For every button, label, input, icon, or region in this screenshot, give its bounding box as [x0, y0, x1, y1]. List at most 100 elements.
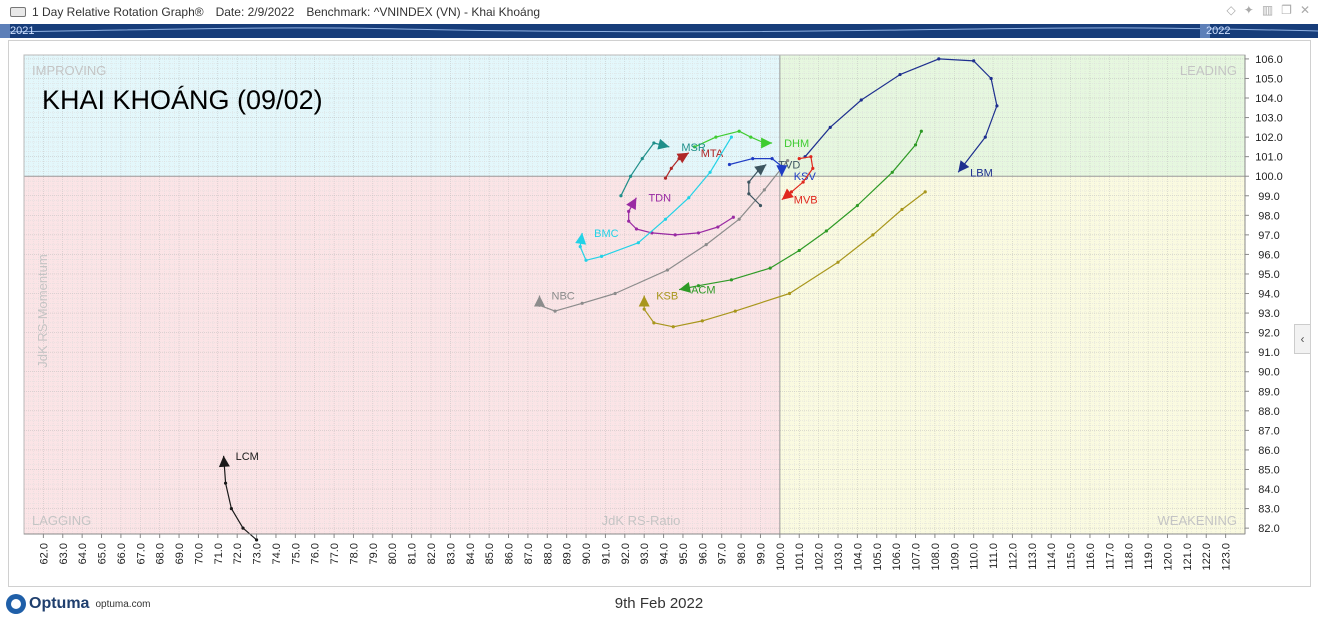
x-tick-label: 74.0 [271, 543, 283, 564]
x-tick-label: 106.0 [891, 543, 903, 571]
x-tick-label: 99.0 [756, 543, 768, 564]
label-bmc: BMC [594, 228, 619, 240]
x-tick-label: 87.0 [523, 543, 535, 564]
label-nbc: NBC [552, 290, 575, 302]
x-tick-label: 79.0 [368, 543, 380, 564]
x-tick-label: 100.0 [775, 543, 787, 571]
x-axis-label: JdK RS-Ratio [602, 513, 681, 528]
y-axis: 82.0 83.0 84.0 85.0 86.0 87.0 88.0 89.0 90.0 91.0… [1244, 54, 1283, 535]
point-ksb [733, 309, 737, 313]
point-mvb [811, 166, 815, 170]
y-tick-label: 95.0 [1258, 269, 1279, 281]
point-mvb [809, 155, 813, 159]
point-lcm [254, 538, 259, 542]
timeline-start-handle[interactable] [0, 24, 10, 38]
y-tick-label: 91.0 [1258, 347, 1279, 359]
x-tick-label: 90.0 [581, 543, 593, 564]
point-lcm [223, 481, 228, 485]
point-acm [824, 229, 828, 233]
point-bmc [687, 196, 691, 200]
x-tick-label: 78.0 [349, 543, 361, 564]
x-tick-label: 123.0 [1221, 543, 1233, 571]
x-tick-label: 109.0 [949, 543, 961, 571]
rrg-chart: IMPROVING LEADING LAGGING WEAKENING JdK RS-… [23, 54, 1283, 571]
label-mta: MTA [701, 148, 724, 160]
chart-container: IMPROVING LEADING LAGGING WEAKENING JdK RS-… [8, 40, 1311, 587]
label-ksb: KSB [656, 290, 678, 302]
timeline-slider[interactable]: 2021 2022 [0, 24, 1318, 38]
point-acm [768, 266, 772, 270]
point-tdn [696, 231, 701, 235]
x-tick-label: 66.0 [116, 543, 128, 564]
x-tick-label: 115.0 [1066, 543, 1078, 570]
x-tick-label: 62.0 [38, 543, 50, 564]
x-tick-label: 67.0 [135, 543, 147, 564]
x-tick-label: 112.0 [1007, 543, 1019, 570]
point-mvb [797, 157, 801, 161]
quadrant-label-lagging: LAGGING [32, 513, 91, 528]
x-tick-label: 94.0 [659, 543, 671, 564]
x-tick-label: 84.0 [465, 543, 477, 564]
point-bmc [729, 135, 734, 139]
point-lbm [898, 72, 902, 77]
point-msr [652, 141, 656, 145]
x-tick-label: 105.0 [872, 543, 884, 571]
point-lcm [229, 506, 233, 511]
pin-icon[interactable]: ✦ [1244, 3, 1254, 17]
point-lbm [937, 57, 941, 61]
point-nbc [553, 309, 557, 313]
restore-icon[interactable]: ❐ [1281, 3, 1292, 17]
x-tick-label: 103.0 [833, 543, 845, 571]
x-tick-label: 73.0 [252, 543, 264, 564]
y-tick-label: 97.0 [1258, 230, 1279, 242]
point-ksb [871, 233, 875, 237]
point-lbm [828, 125, 832, 129]
y-axis-label: JdK RS-Momentum [35, 254, 50, 367]
point-dhm [737, 129, 741, 133]
columns-icon[interactable]: ▥ [1262, 3, 1273, 17]
date-label: Date: 2/9/2022 [215, 5, 295, 19]
close-icon[interactable]: ✕ [1300, 3, 1310, 17]
y-tick-label: 100.0 [1255, 171, 1283, 183]
y-tick-label: 101.0 [1255, 152, 1283, 164]
x-tick-label: 64.0 [77, 543, 89, 564]
point-tdn [716, 225, 720, 229]
point-acm [855, 203, 859, 208]
point-bmc [708, 170, 712, 174]
point-ksb [671, 325, 675, 329]
point-tdn [634, 227, 639, 231]
x-tick-label: 122.0 [1201, 543, 1213, 571]
x-tick-label: 63.0 [58, 543, 70, 564]
y-tick-label: 105.0 [1255, 73, 1283, 85]
point-ksv [727, 162, 732, 167]
timeline-end-year: 2022 [1206, 25, 1231, 37]
side-panel-toggle[interactable]: ‹ [1294, 324, 1310, 354]
x-tick-label: 83.0 [445, 543, 457, 564]
timeline-start-year: 2021 [10, 25, 35, 37]
point-lbm [859, 98, 863, 102]
y-tick-label: 83.0 [1258, 504, 1279, 516]
label-lbm: LBM [970, 167, 993, 179]
x-tick-label: 76.0 [310, 543, 322, 564]
point-mvb [801, 180, 805, 184]
y-tick-label: 88.0 [1258, 406, 1279, 418]
x-tick-label: 86.0 [504, 543, 516, 564]
x-tick-label: 82.0 [426, 543, 438, 564]
x-tick-label: 118.0 [1124, 543, 1136, 570]
x-tick-label: 70.0 [193, 543, 205, 564]
x-tick-label: 116.0 [1085, 543, 1097, 570]
window-controls: ◇ ✦ ▥ ❐ ✕ [1227, 3, 1310, 17]
x-tick-label: 93.0 [639, 543, 651, 564]
x-tick-label: 102.0 [814, 543, 826, 571]
x-tick-label: 113.0 [1027, 543, 1039, 570]
point-ksb [700, 319, 704, 323]
point-nbc [580, 301, 584, 305]
point-msr [640, 157, 644, 161]
x-tick-label: 119.0 [1143, 543, 1155, 570]
point-ksv [751, 157, 755, 161]
y-tick-label: 96.0 [1258, 249, 1279, 261]
diamond-icon[interactable]: ◇ [1227, 3, 1236, 17]
point-dhm [714, 135, 718, 139]
x-tick-label: 71.0 [213, 543, 225, 564]
label-mvb: MVB [794, 195, 818, 207]
